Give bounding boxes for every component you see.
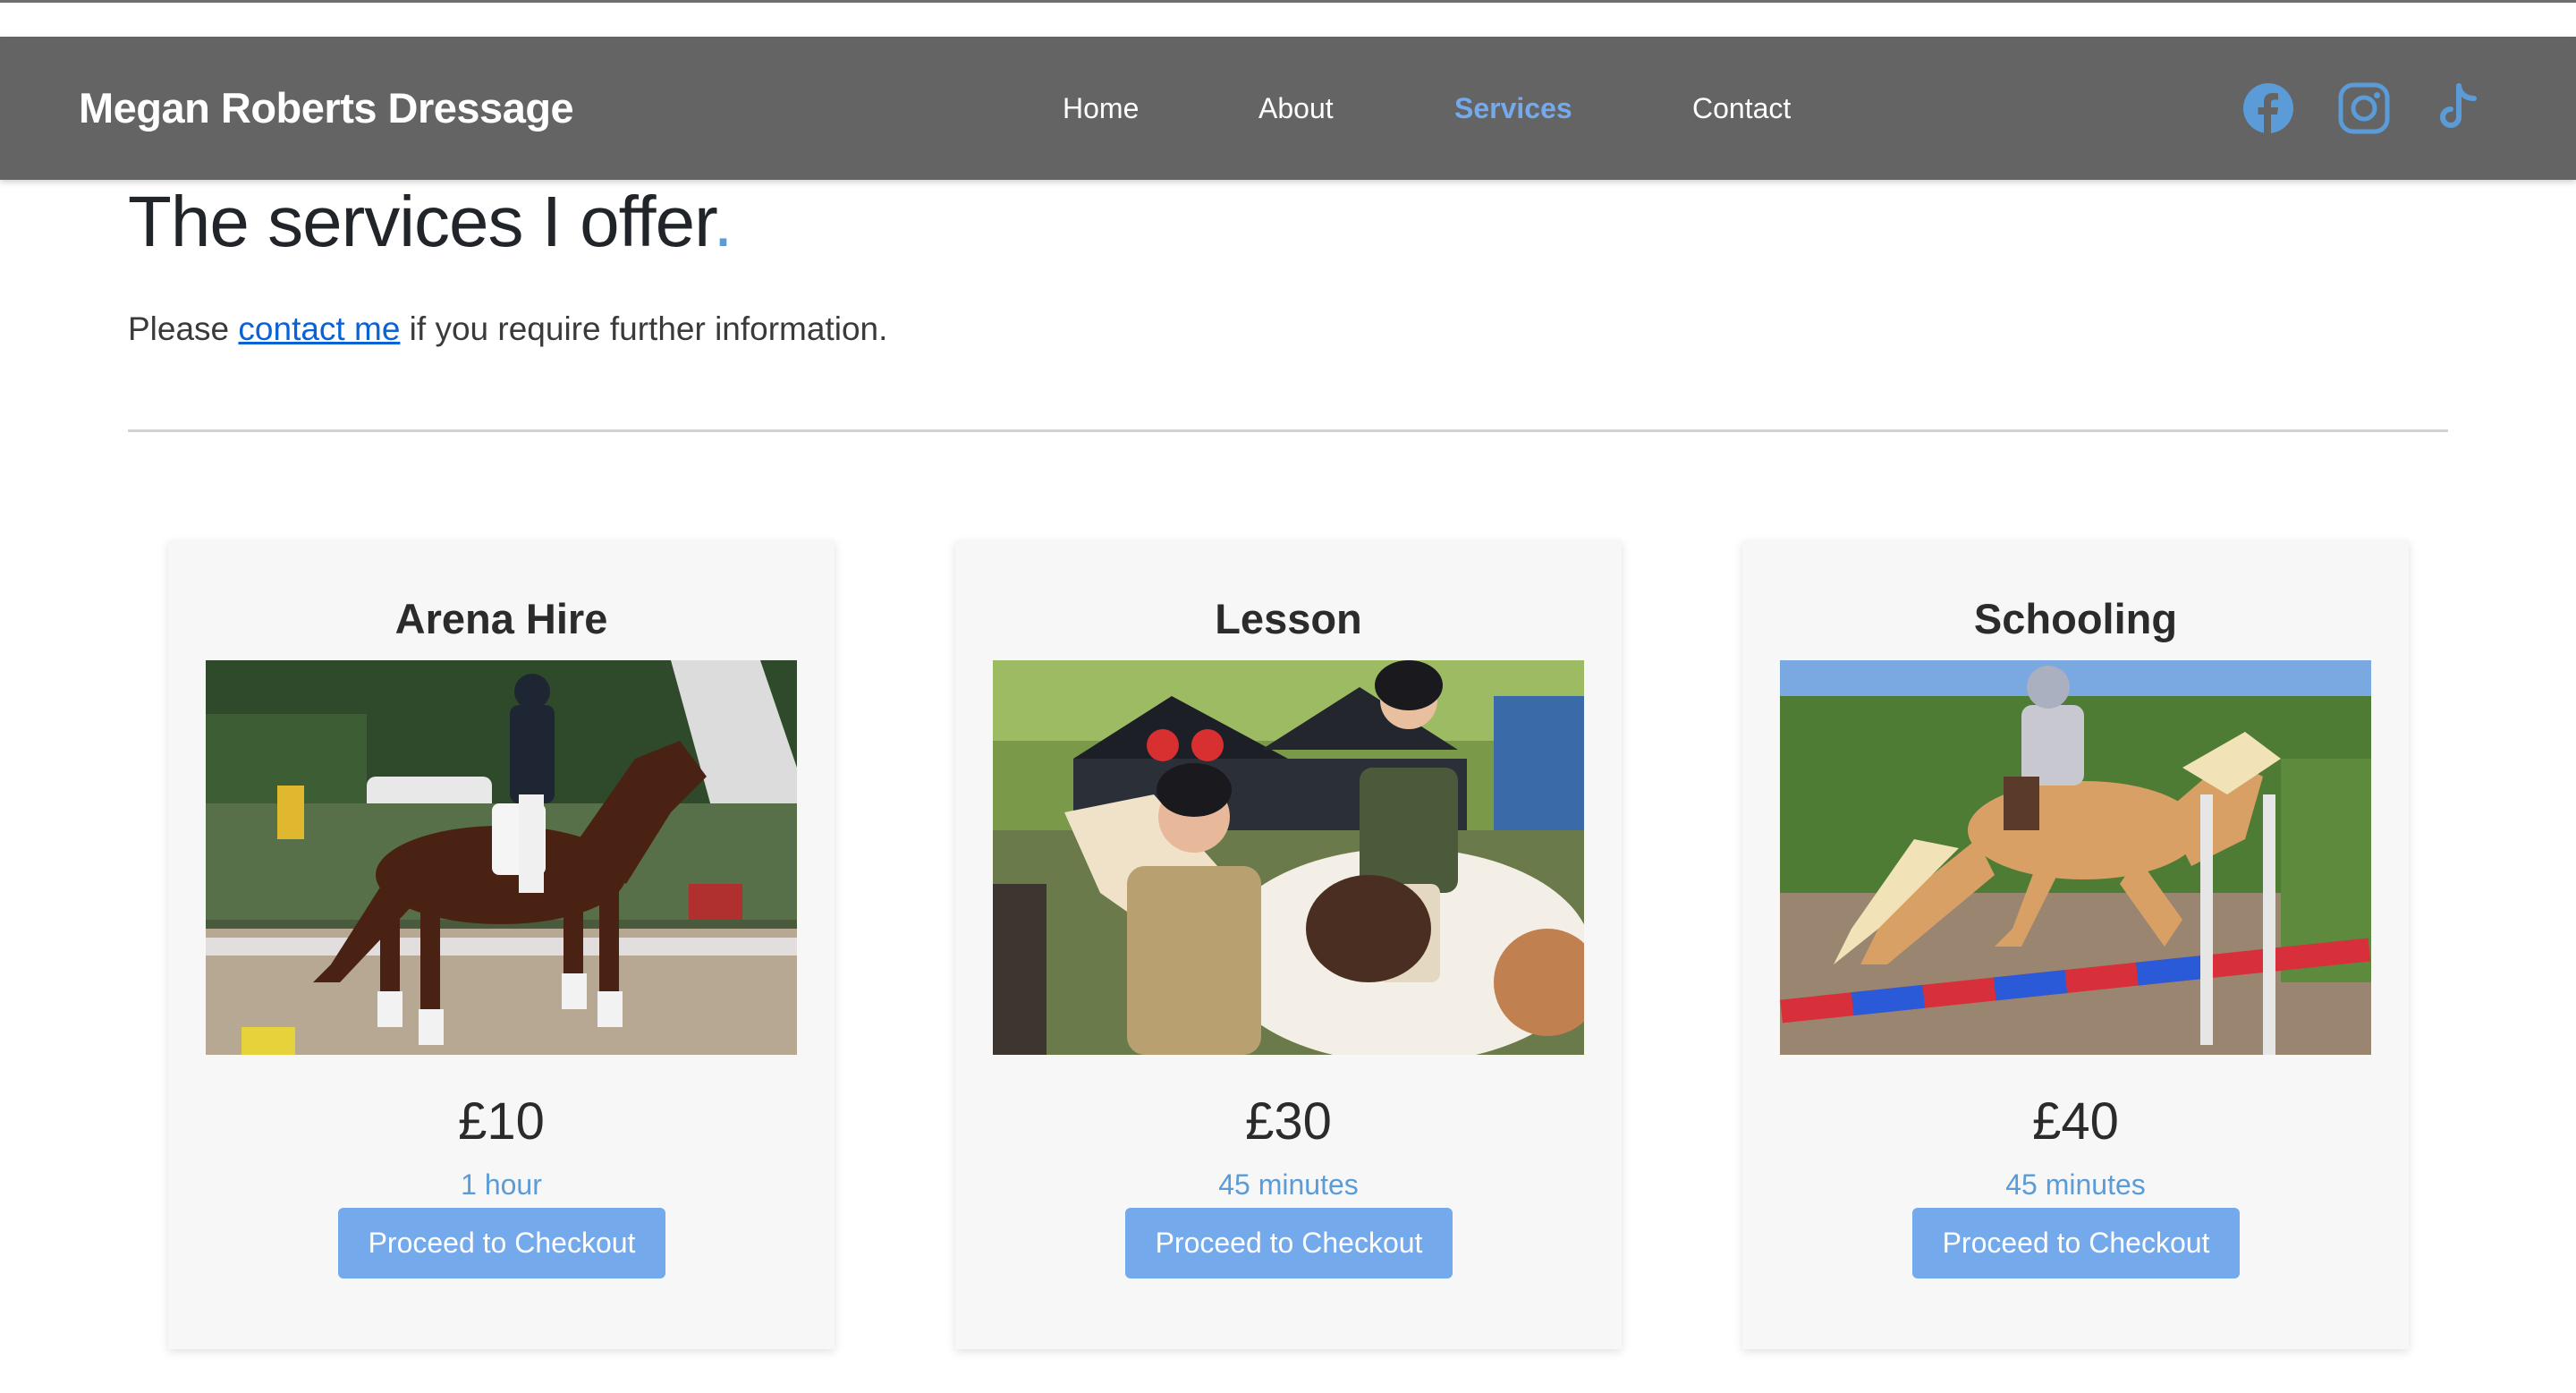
service-title: Lesson xyxy=(1215,595,1362,642)
service-price: £10 xyxy=(458,1092,545,1151)
intro-text: Please contact me if you require further… xyxy=(128,310,887,348)
contact-me-link[interactable]: contact me xyxy=(238,310,400,347)
proceed-to-checkout-button[interactable]: Proceed to Checkout xyxy=(1125,1208,1453,1278)
service-duration: 45 minutes xyxy=(2005,1168,2146,1201)
service-title: Arena Hire xyxy=(394,595,608,642)
pony-jumping-photo xyxy=(1780,660,2371,1055)
service-title: Schooling xyxy=(1973,595,2178,642)
proceed-to-checkout-button[interactable]: Proceed to Checkout xyxy=(1912,1208,2240,1278)
nav-link-about[interactable]: About xyxy=(1258,37,1334,180)
page-title: The services I offer. xyxy=(128,181,733,263)
service-price: £30 xyxy=(1245,1092,1332,1151)
nav-link-contact[interactable]: Contact xyxy=(1692,37,1791,180)
pony-lesson-photo xyxy=(993,660,1584,1055)
facebook-icon[interactable] xyxy=(2242,37,2294,180)
instagram-icon[interactable] xyxy=(2338,37,2390,180)
nav-link-services[interactable]: Services xyxy=(1454,37,1572,180)
tiktok-icon[interactable] xyxy=(2435,37,2483,180)
intro-after: if you require further information. xyxy=(400,310,888,347)
top-border xyxy=(0,0,2576,3)
divider xyxy=(128,429,2448,432)
navbar: Megan Roberts Dressage Home About Servic… xyxy=(0,37,2576,180)
nav-link-home[interactable]: Home xyxy=(1063,37,1139,180)
brand-logo-text[interactable]: Megan Roberts Dressage xyxy=(79,37,574,180)
service-price: £40 xyxy=(2032,1092,2119,1151)
service-duration: 45 minutes xyxy=(1218,1168,1359,1201)
service-card-lesson: Lesson £30 45 minutes Proceed to Checkou… xyxy=(955,540,1622,1349)
page-title-text: The services I offer xyxy=(128,182,714,261)
service-card-arena-hire: Arena Hire £10 1 hour Proceed to Checkou… xyxy=(168,540,835,1349)
intro-before: Please xyxy=(128,310,239,347)
proceed-to-checkout-button[interactable]: Proceed to Checkout xyxy=(338,1208,665,1278)
service-duration: 1 hour xyxy=(461,1168,542,1201)
service-card-schooling: Schooling £40 45 minutes Proceed to Chec… xyxy=(1742,540,2409,1349)
horse-dressage-photo xyxy=(206,660,797,1055)
page-title-dot: . xyxy=(713,182,733,261)
